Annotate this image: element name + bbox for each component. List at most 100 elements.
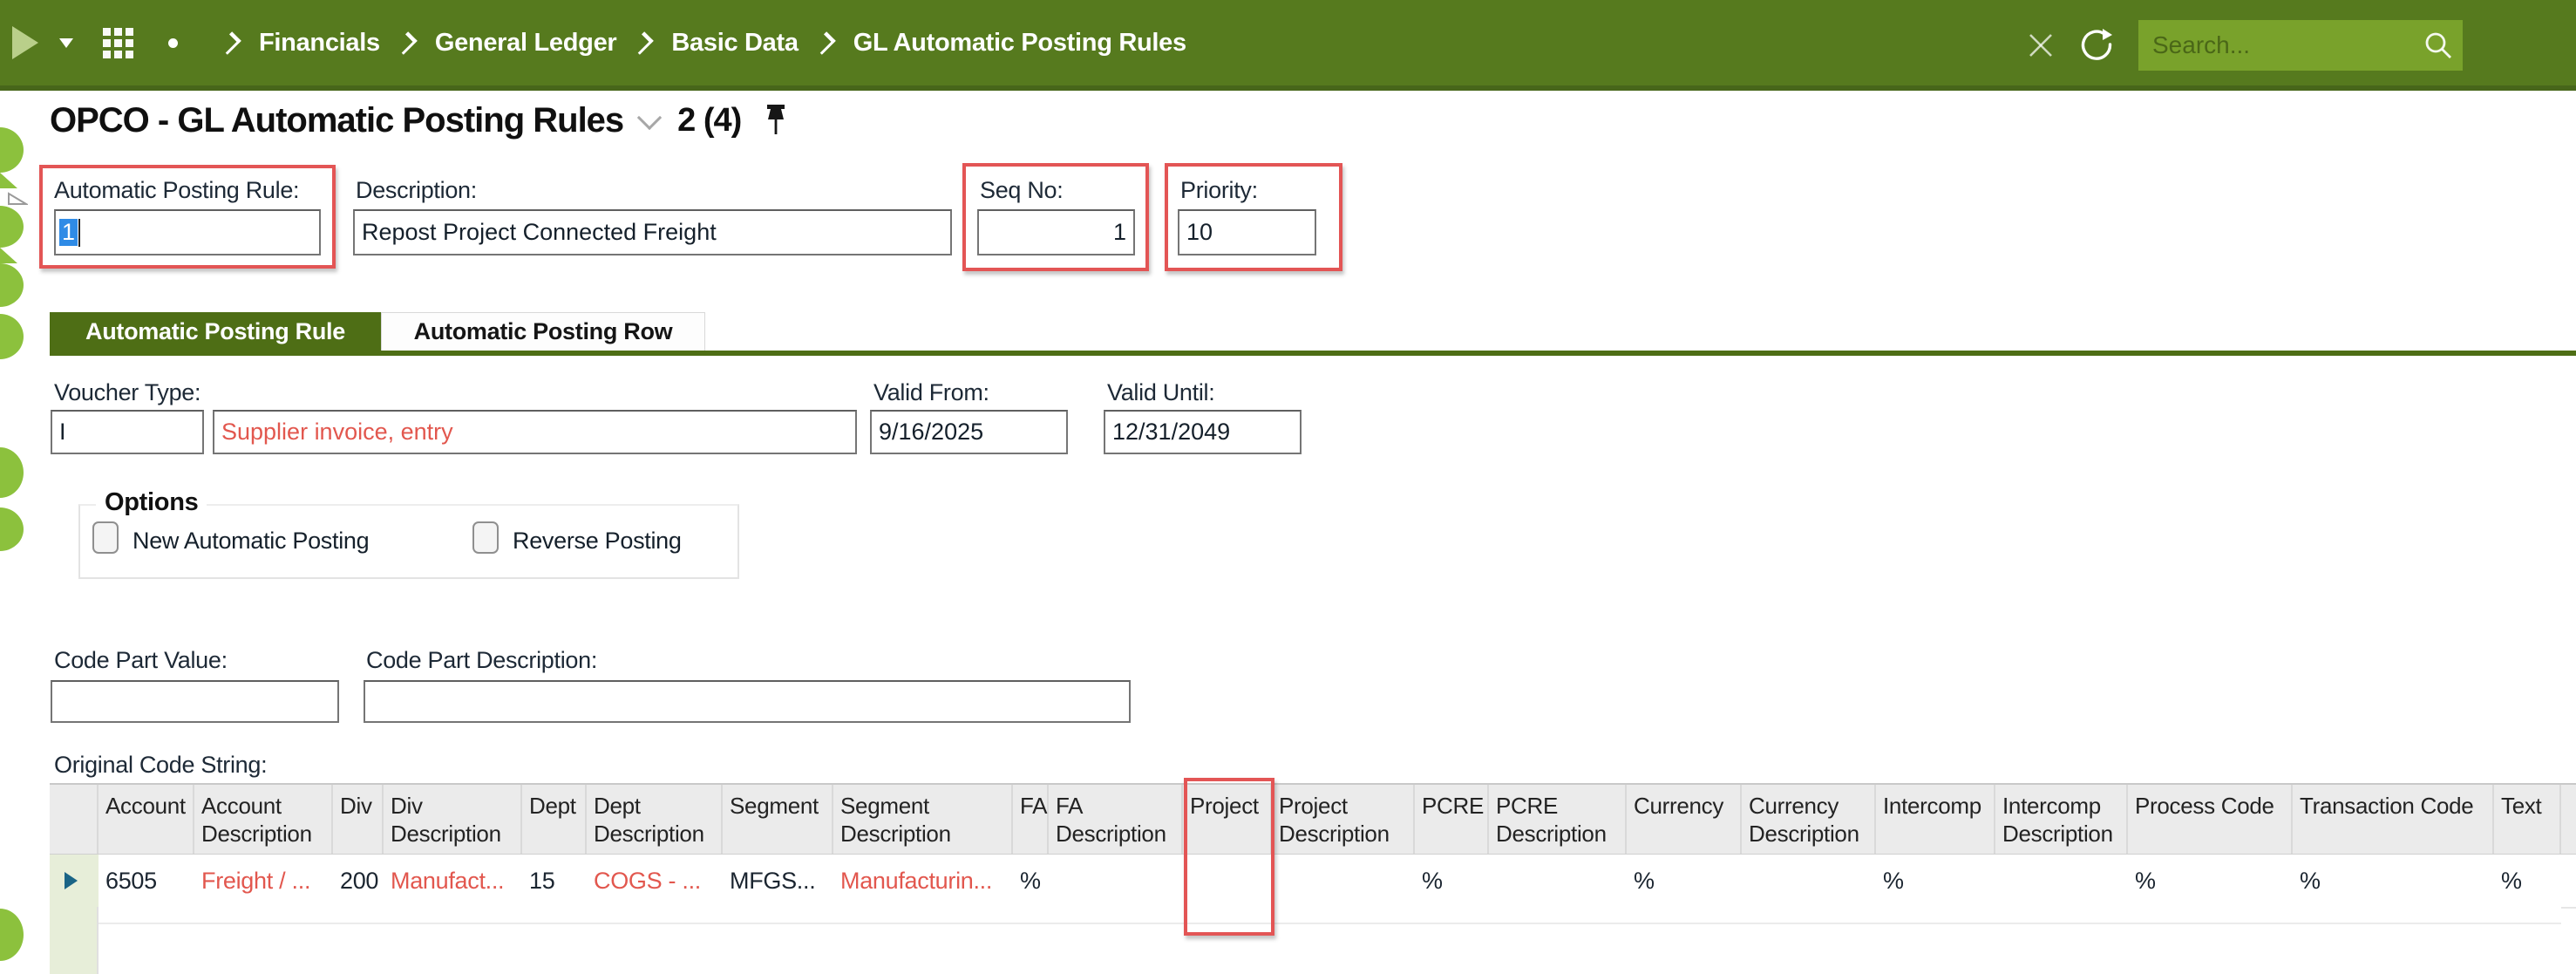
column-header-dept[interactable]: Dept (522, 785, 587, 854)
breadcrumb-item-financials[interactable]: Financials (259, 29, 380, 58)
bullet-dot-icon (168, 37, 178, 48)
cell-pcre-description[interactable] (1489, 855, 1627, 907)
cell-div[interactable]: 200 (333, 855, 384, 907)
row-selector-cell[interactable] (50, 855, 99, 907)
column-header-pcre[interactable]: PCRE (1415, 785, 1489, 854)
valid-from-label: Valid From: (873, 379, 989, 405)
column-header-intercomp-description[interactable]: Intercomp Description (1995, 785, 2128, 854)
topbar-right-cluster (2025, 0, 2576, 91)
voucher-type-code-input[interactable] (51, 410, 204, 454)
code-part-value-input[interactable] (51, 680, 339, 723)
column-header-project-description[interactable]: Project Description (1272, 785, 1415, 854)
table-row[interactable]: 6505 Freight / ... 200 Manufact... 15 CO… (50, 855, 2576, 909)
cell-fa-description[interactable] (1049, 855, 1183, 907)
chevron-down-icon[interactable] (637, 105, 663, 130)
valid-from-input[interactable] (870, 410, 1068, 454)
automatic-posting-rule-label: Automatic Posting Rule: (54, 177, 300, 203)
tab-label: Automatic Posting Rule (85, 317, 345, 344)
column-header-account[interactable]: Account (99, 785, 194, 854)
cell-project-description[interactable] (1272, 855, 1415, 907)
valid-until-input[interactable] (1104, 410, 1302, 454)
breadcrumb: Financials General Ledger Basic Data GL … (204, 29, 1186, 58)
cell-fa[interactable]: % (1013, 855, 1049, 907)
column-header-text[interactable]: Text (2494, 785, 2561, 854)
cell-segment[interactable]: MFGS... (723, 855, 833, 907)
options-legend: Options (96, 488, 207, 517)
page-header: OPCO - GL Automatic Posting Rules 2 (4) (50, 101, 788, 140)
column-header-div[interactable]: Div (333, 785, 384, 854)
cell-account-description[interactable]: Freight / ... (194, 855, 333, 907)
search-box (2138, 20, 2463, 71)
original-code-string-table: Account Account Description Div Div Desc… (50, 783, 2576, 909)
breadcrumb-separator-icon (394, 31, 418, 55)
code-part-description-input[interactable] (364, 680, 1131, 723)
reverse-posting-checkbox[interactable] (472, 521, 499, 554)
column-header-dept-description[interactable]: Dept Description (587, 785, 723, 854)
cell-dept[interactable]: 15 (522, 855, 587, 907)
cell-segment-description[interactable]: Manufacturin... (833, 855, 1013, 907)
tab-automatic-posting-rule[interactable]: Automatic Posting Rule (50, 312, 381, 351)
column-header-transaction-code[interactable]: Transaction Code (2293, 785, 2494, 854)
cell-intercomp[interactable]: % (1876, 855, 1995, 907)
priority-input[interactable] (1178, 209, 1316, 255)
cell-currency-description[interactable] (1742, 855, 1876, 907)
search-icon[interactable] (2423, 30, 2454, 65)
seq-no-input[interactable] (977, 209, 1135, 255)
breadcrumb-separator-icon (812, 31, 836, 55)
cell-dept-description[interactable]: COGS - ... (587, 855, 723, 907)
cell-currency[interactable]: % (1627, 855, 1742, 907)
column-header-process-code[interactable]: Process Code (2128, 785, 2293, 854)
column-header-account-description[interactable]: Account Description (194, 785, 333, 854)
topbar-left-cluster: Financials General Ledger Basic Data GL … (0, 26, 1186, 59)
refresh-icon[interactable] (2079, 27, 2116, 64)
seq-no-label: Seq No: (980, 177, 1064, 203)
column-header-div-description[interactable]: Div Description (384, 785, 522, 854)
cell-account[interactable]: 6505 (99, 855, 194, 907)
description-label: Description: (356, 177, 477, 203)
code-part-value-label: Code Part Value: (54, 647, 228, 673)
record-position: 2 (4) (677, 102, 742, 139)
edge-circle-icon (0, 909, 24, 961)
column-header-project[interactable]: Project (1183, 785, 1272, 854)
cell-intercomp-description[interactable] (1995, 855, 2128, 907)
new-automatic-posting-checkbox[interactable] (92, 521, 119, 554)
cell-transaction-code[interactable]: % (2293, 855, 2494, 907)
cell-pcre[interactable]: % (1415, 855, 1489, 907)
column-header-currency[interactable]: Currency (1627, 785, 1742, 854)
edge-circle-icon (0, 314, 24, 359)
tab-label: Automatic Posting Row (413, 318, 673, 344)
cell-process-code[interactable]: % (2128, 855, 2293, 907)
column-header-segment[interactable]: Segment (723, 785, 833, 854)
close-icon[interactable] (2025, 30, 2056, 61)
column-header-currency-description[interactable]: Currency Description (1742, 785, 1876, 854)
pin-icon[interactable] (764, 104, 788, 140)
search-input[interactable] (2138, 20, 2463, 71)
row-selector-header (50, 785, 99, 854)
breadcrumb-separator-icon (630, 31, 655, 55)
column-header-intercomp[interactable]: Intercomp (1876, 785, 1995, 854)
chevron-down-icon[interactable] (59, 37, 73, 48)
automatic-posting-rule-input[interactable]: 1 (54, 209, 321, 255)
breadcrumb-item-general-ledger[interactable]: General Ledger (435, 29, 617, 58)
cell-div-description[interactable]: Manufact... (384, 855, 522, 907)
edge-circle-icon (0, 206, 24, 248)
column-header-fa-description[interactable]: FA Description (1049, 785, 1183, 854)
code-part-description-label: Code Part Description: (366, 647, 598, 673)
breadcrumb-item-current-page[interactable]: GL Automatic Posting Rules (853, 29, 1186, 58)
cell-text[interactable]: % (2494, 855, 2561, 907)
column-header-fa[interactable]: FA (1013, 785, 1049, 854)
cell-project[interactable] (1183, 855, 1272, 907)
selected-text: 1 (59, 219, 78, 246)
breadcrumb-item-basic-data[interactable]: Basic Data (671, 29, 799, 58)
tab-automatic-posting-row[interactable]: Automatic Posting Row (381, 312, 705, 351)
play-icon[interactable] (12, 26, 38, 59)
voucher-type-description-input[interactable] (213, 410, 857, 454)
breadcrumb-separator-icon (218, 31, 241, 55)
description-input[interactable] (353, 209, 952, 255)
edge-circle-icon (0, 447, 24, 498)
voucher-type-label: Voucher Type: (54, 379, 201, 405)
app-grid-icon[interactable] (103, 27, 133, 58)
new-automatic-posting-label: New Automatic Posting (133, 528, 370, 554)
column-header-pcre-description[interactable]: PCRE Description (1489, 785, 1627, 854)
column-header-segment-description[interactable]: Segment Description (833, 785, 1013, 854)
